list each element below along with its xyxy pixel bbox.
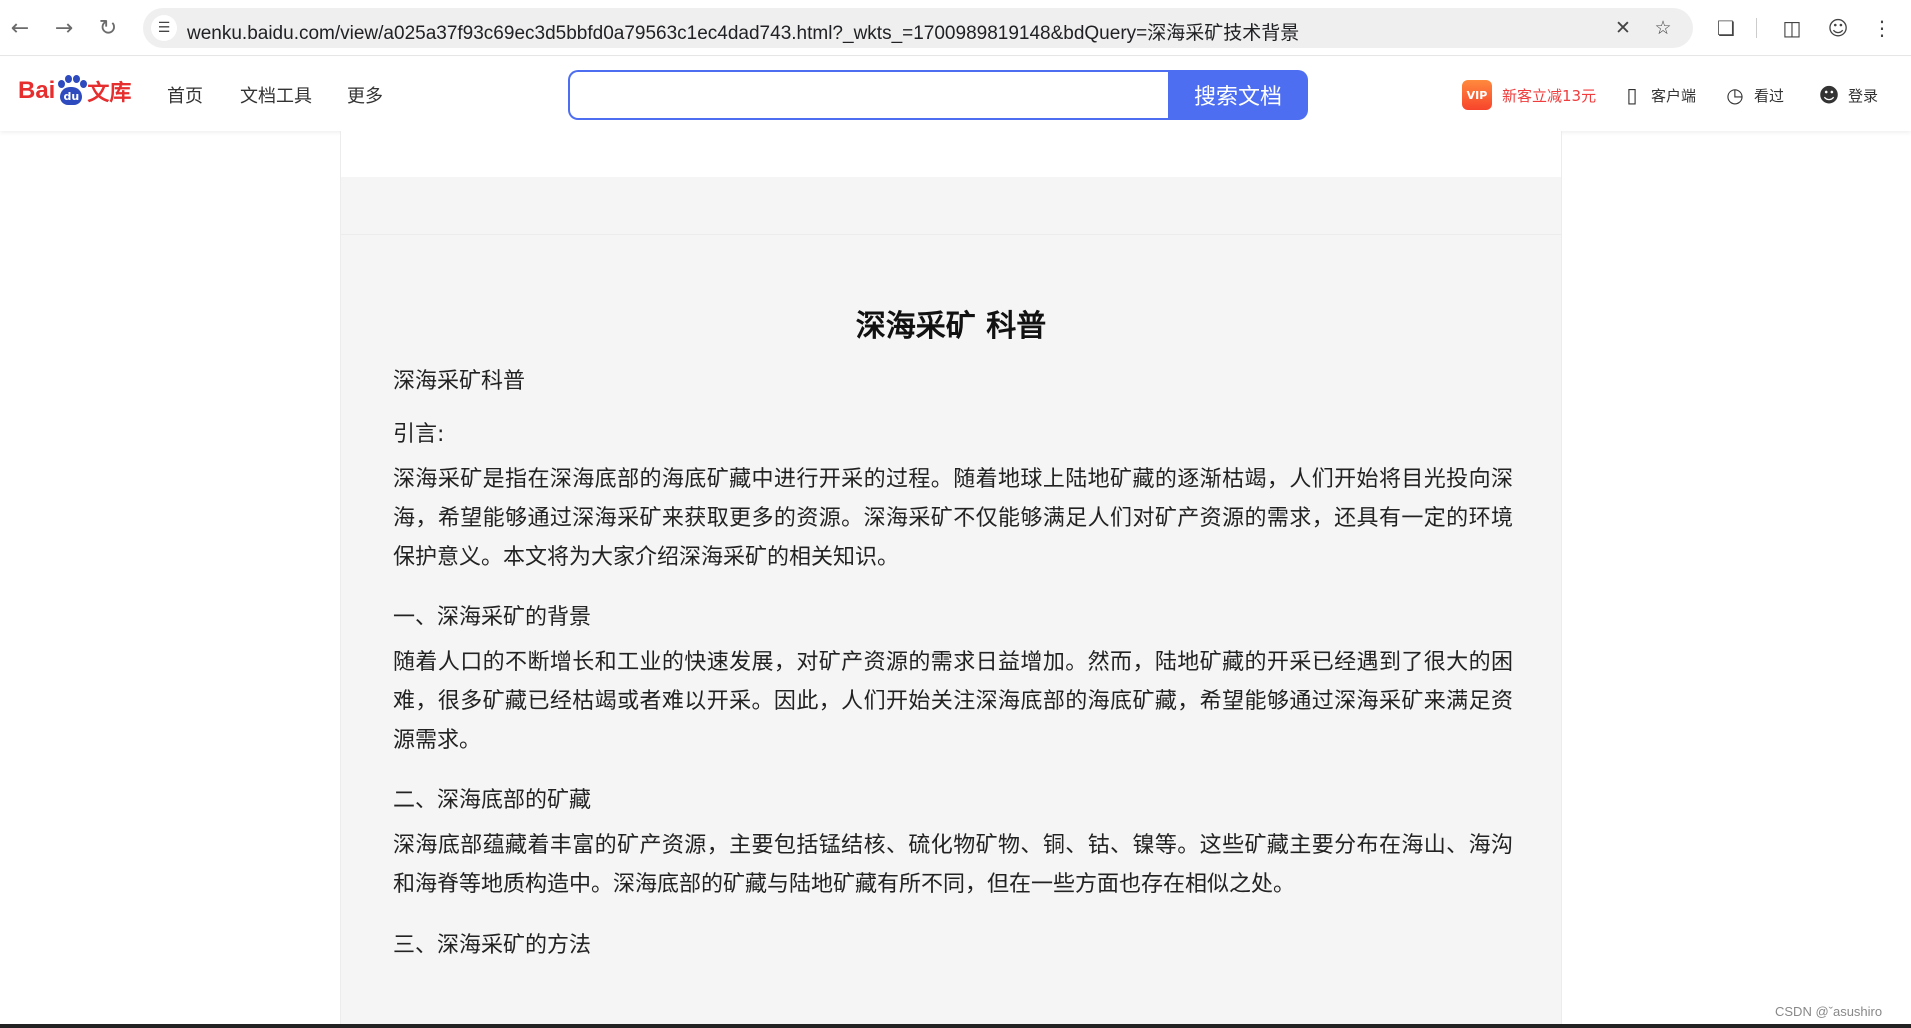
paragraph-deposits: 深海底部蕴藏着丰富的矿产资源，主要包括锰结核、硫化物矿物、铜、钴、镍等。这些矿藏… <box>393 833 1513 897</box>
document-divider <box>341 234 1561 235</box>
vip-gift-icon: VIP <box>1462 80 1492 110</box>
section-heading-2: 二、深海底部的矿藏 <box>393 788 592 813</box>
paw-icon: du <box>56 75 88 107</box>
profile-avatar-icon[interactable]: ☺ <box>1824 14 1852 42</box>
logo-text-du: du <box>60 87 83 105</box>
clock-icon: ◷ <box>1726 83 1744 107</box>
nav-more-link[interactable]: 更多 <box>347 82 383 108</box>
promo-text: 新客立减13元 <box>1502 86 1597 105</box>
client-label: 客户端 <box>1651 86 1697 105</box>
document-title: 深海采矿 科普 <box>855 309 1047 344</box>
forward-icon[interactable]: → <box>50 14 78 42</box>
login-link[interactable]: ☻ 登录 <box>1816 82 1878 108</box>
toolbar-divider <box>1756 18 1757 38</box>
reload-icon[interactable]: ↻ <box>94 14 122 42</box>
logo-text-bai: Bai <box>18 77 56 104</box>
address-bar[interactable]: ☰ wenku.baidu.com/view/a025a37f93c69ec3d… <box>143 8 1693 48</box>
search-input[interactable] <box>568 70 1169 120</box>
document-viewer: 深海采矿 科普 深海采矿科普 引言: 深海采矿是指在深海底部的海底矿藏中进行开采… <box>340 131 1562 1028</box>
user-icon: ☻ <box>1818 83 1840 107</box>
nav-doc-tools-link[interactable]: 文档工具 <box>240 82 312 108</box>
site-info-icon[interactable]: ☰ <box>151 15 177 41</box>
baidu-wenku-logo[interactable]: Bai du 文库 <box>18 69 133 113</box>
bookmark-star-icon[interactable]: ☆ <box>1651 16 1675 40</box>
csdn-watermark: CSDN @ˇasushiro <box>1775 1004 1883 1019</box>
search-button[interactable]: 搜索文档 <box>1168 70 1308 120</box>
paragraph-background: 随着人口的不断增长和工业的快速发展，对矿产资源的需求日益增加。然而，陆地矿藏的开… <box>393 650 1513 753</box>
translate-off-icon[interactable]: ✕ <box>1611 16 1635 40</box>
url-text[interactable]: wenku.baidu.com/view/a025a37f93c69ec3d5b… <box>187 18 1299 45</box>
nav-home-link[interactable]: 首页 <box>167 82 203 108</box>
history-link[interactable]: ◷ 看过 <box>1722 82 1784 108</box>
phone-icon: ▯ <box>1626 83 1638 107</box>
client-download-link[interactable]: ▯ 客户端 <box>1619 82 1696 108</box>
paragraph-intro: 深海采矿是指在深海底部的海底矿藏中进行开采的过程。随着地球上陆地矿藏的逐渐枯竭，… <box>393 467 1513 570</box>
bottom-border <box>0 1024 1911 1028</box>
history-label: 看过 <box>1754 86 1785 105</box>
browser-toolbar: ← → ↻ ☰ wenku.baidu.com/view/a025a37f93c… <box>0 0 1911 56</box>
back-icon[interactable]: ← <box>6 14 34 42</box>
extensions-icon[interactable]: ❏ <box>1712 14 1740 42</box>
section-heading-3: 三、深海采矿的方法 <box>393 933 592 958</box>
intro-heading: 引言: <box>393 422 445 447</box>
logo-text-wenku: 文库 <box>87 81 132 106</box>
document-subtitle: 深海采矿科普 <box>393 369 526 394</box>
document-top-area <box>341 131 1561 177</box>
more-menu-icon[interactable]: ⋮ <box>1868 14 1896 42</box>
login-label: 登录 <box>1848 86 1879 105</box>
section-heading-1: 一、深海采矿的背景 <box>393 605 592 630</box>
new-user-promo[interactable]: VIP 新客立减13元 <box>1462 80 1596 110</box>
side-panel-icon[interactable]: ◫ <box>1778 14 1806 42</box>
